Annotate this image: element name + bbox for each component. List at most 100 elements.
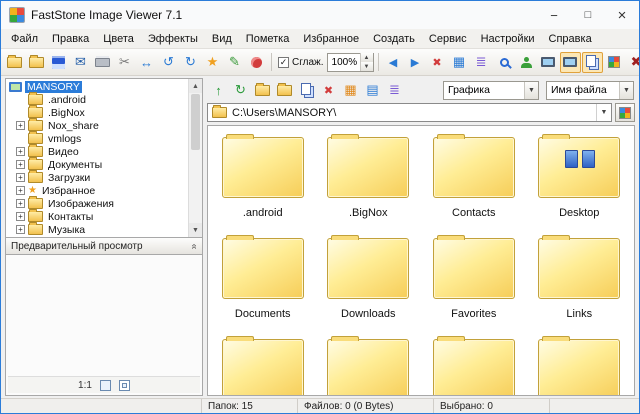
crop-icon[interactable]: [114, 52, 135, 73]
dropdown-arrow-icon[interactable]: [524, 82, 538, 99]
menu-settings[interactable]: Настройки: [474, 31, 542, 47]
collapse-chevron-icon[interactable]: [189, 243, 200, 249]
browser-view-icon[interactable]: [560, 52, 581, 73]
scrollbar-thumb[interactable]: [191, 94, 200, 150]
folder-thumb-documents[interactable]: Documents: [210, 229, 316, 330]
spin-up-icon[interactable]: [361, 53, 373, 62]
maximize-button[interactable]: [571, 1, 605, 29]
menu-tools[interactable]: Сервис: [422, 31, 474, 47]
rotate-right-icon[interactable]: [180, 52, 201, 73]
menu-help[interactable]: Справка: [542, 31, 599, 47]
main-toolbar: Сглаж. 100%: [1, 49, 639, 76]
next-image-icon[interactable]: [405, 52, 426, 73]
tree-scrollbar[interactable]: [188, 79, 202, 237]
up-folder-icon[interactable]: [208, 80, 229, 101]
delete-icon[interactable]: [318, 80, 339, 101]
folder-thumb-downloads[interactable]: Downloads: [316, 229, 422, 330]
menu-effects[interactable]: Эффекты: [141, 31, 205, 47]
magnifier-icon[interactable]: [494, 52, 515, 73]
resize-icon[interactable]: [136, 52, 157, 73]
red-eye-icon[interactable]: [246, 52, 267, 73]
folder-icon: [28, 107, 43, 118]
new-folder-icon[interactable]: [252, 80, 273, 101]
folder-thumb[interactable]: [527, 330, 633, 396]
color-grid-icon[interactable]: [604, 52, 625, 73]
preview-title: Предварительный просмотр: [11, 241, 143, 252]
expand-icon[interactable]: [16, 199, 25, 208]
actual-size-icon[interactable]: [119, 380, 130, 391]
folder-thumb-bignox[interactable]: .BigNox: [316, 128, 422, 229]
address-dropdown-icon[interactable]: [596, 104, 611, 121]
zoom-1to1-label[interactable]: 1:1: [78, 380, 92, 391]
menu-edit[interactable]: Правка: [45, 31, 96, 47]
preview-header[interactable]: Предварительный просмотр: [5, 238, 203, 255]
histogram-icon[interactable]: [471, 52, 492, 73]
menu-file[interactable]: Файл: [4, 31, 45, 47]
expand-icon[interactable]: [16, 121, 25, 130]
view-mode-combo[interactable]: Графика: [443, 81, 539, 100]
expand-icon[interactable]: [16, 186, 25, 195]
app-window: FastStone Image Viewer 7.1 Файл Правка Ц…: [0, 0, 640, 414]
tree-item-music[interactable]: Музыка: [6, 223, 202, 236]
effects-icon[interactable]: [202, 52, 223, 73]
folder-thumb[interactable]: [421, 330, 527, 396]
folder-glyph-icon: [277, 85, 292, 96]
scroll-up-icon[interactable]: [189, 79, 202, 93]
expand-icon[interactable]: [16, 147, 25, 156]
spin-down-icon[interactable]: [361, 62, 373, 71]
zoom-combo[interactable]: 100%: [327, 53, 374, 72]
dropdown-arrow-icon[interactable]: [619, 82, 633, 99]
refresh-icon[interactable]: [230, 80, 251, 101]
thumbnail-view-icon[interactable]: [340, 80, 361, 101]
window-glyph-icon: [563, 57, 577, 67]
draw-icon[interactable]: [224, 52, 245, 73]
move-to-folder-icon[interactable]: [274, 80, 295, 101]
minimize-button[interactable]: [537, 1, 571, 29]
user-icon[interactable]: [516, 52, 537, 73]
scroll-down-icon[interactable]: [189, 223, 202, 237]
compare-images-icon[interactable]: [449, 52, 470, 73]
menu-tag[interactable]: Пометка: [239, 31, 297, 47]
monitor-glyph-icon: [541, 57, 555, 67]
detail-view-icon[interactable]: [362, 80, 383, 101]
folder-thumb-links[interactable]: Links: [527, 229, 633, 330]
address-go-button[interactable]: [615, 103, 635, 122]
menu-colors[interactable]: Цвета: [96, 31, 141, 47]
address-input[interactable]: C:\Users\MANSORY\: [207, 103, 612, 122]
close-button[interactable]: [605, 1, 639, 29]
open-folder-icon[interactable]: [4, 52, 25, 73]
copy-icon[interactable]: [296, 80, 317, 101]
monitor-icon[interactable]: [538, 52, 559, 73]
email-icon[interactable]: [70, 52, 91, 73]
folder-thumb-contacts[interactable]: Contacts: [421, 128, 527, 229]
expand-icon[interactable]: [16, 160, 25, 169]
folder-thumb[interactable]: [316, 330, 422, 396]
exit-icon[interactable]: [626, 52, 640, 73]
magnifier-glyph-icon: [500, 58, 509, 67]
file-manage-icon[interactable]: [26, 52, 47, 73]
list-view-icon[interactable]: [384, 80, 405, 101]
expand-icon[interactable]: [16, 225, 25, 234]
print-icon[interactable]: [92, 52, 113, 73]
menu-create[interactable]: Создать: [366, 31, 422, 47]
sort-mode-combo[interactable]: Имя файла: [546, 81, 634, 100]
folder-thumb[interactable]: [210, 330, 316, 396]
menu-view[interactable]: Вид: [205, 31, 239, 47]
folder-thumb-desktop[interactable]: Desktop: [527, 128, 633, 229]
rotate-left-icon[interactable]: [158, 52, 179, 73]
fit-window-icon[interactable]: [100, 380, 111, 391]
previous-image-icon[interactable]: [383, 52, 404, 73]
dual-view-icon[interactable]: [582, 52, 603, 73]
music-folder-icon: [28, 224, 43, 235]
folder-glyph-icon: [29, 57, 44, 68]
delete-image-icon[interactable]: [427, 52, 448, 73]
smoothing-checkbox[interactable]: [278, 57, 289, 68]
expand-icon[interactable]: [16, 212, 25, 221]
tree-item-downloads[interactable]: Загрузки: [6, 171, 202, 184]
expand-icon[interactable]: [16, 173, 25, 182]
folder-icon: [433, 238, 515, 299]
menu-favorites[interactable]: Избранное: [296, 31, 366, 47]
save-as-icon[interactable]: [48, 52, 69, 73]
folder-thumb-favorites[interactable]: Favorites: [421, 229, 527, 330]
folder-thumb-android[interactable]: .android: [210, 128, 316, 229]
